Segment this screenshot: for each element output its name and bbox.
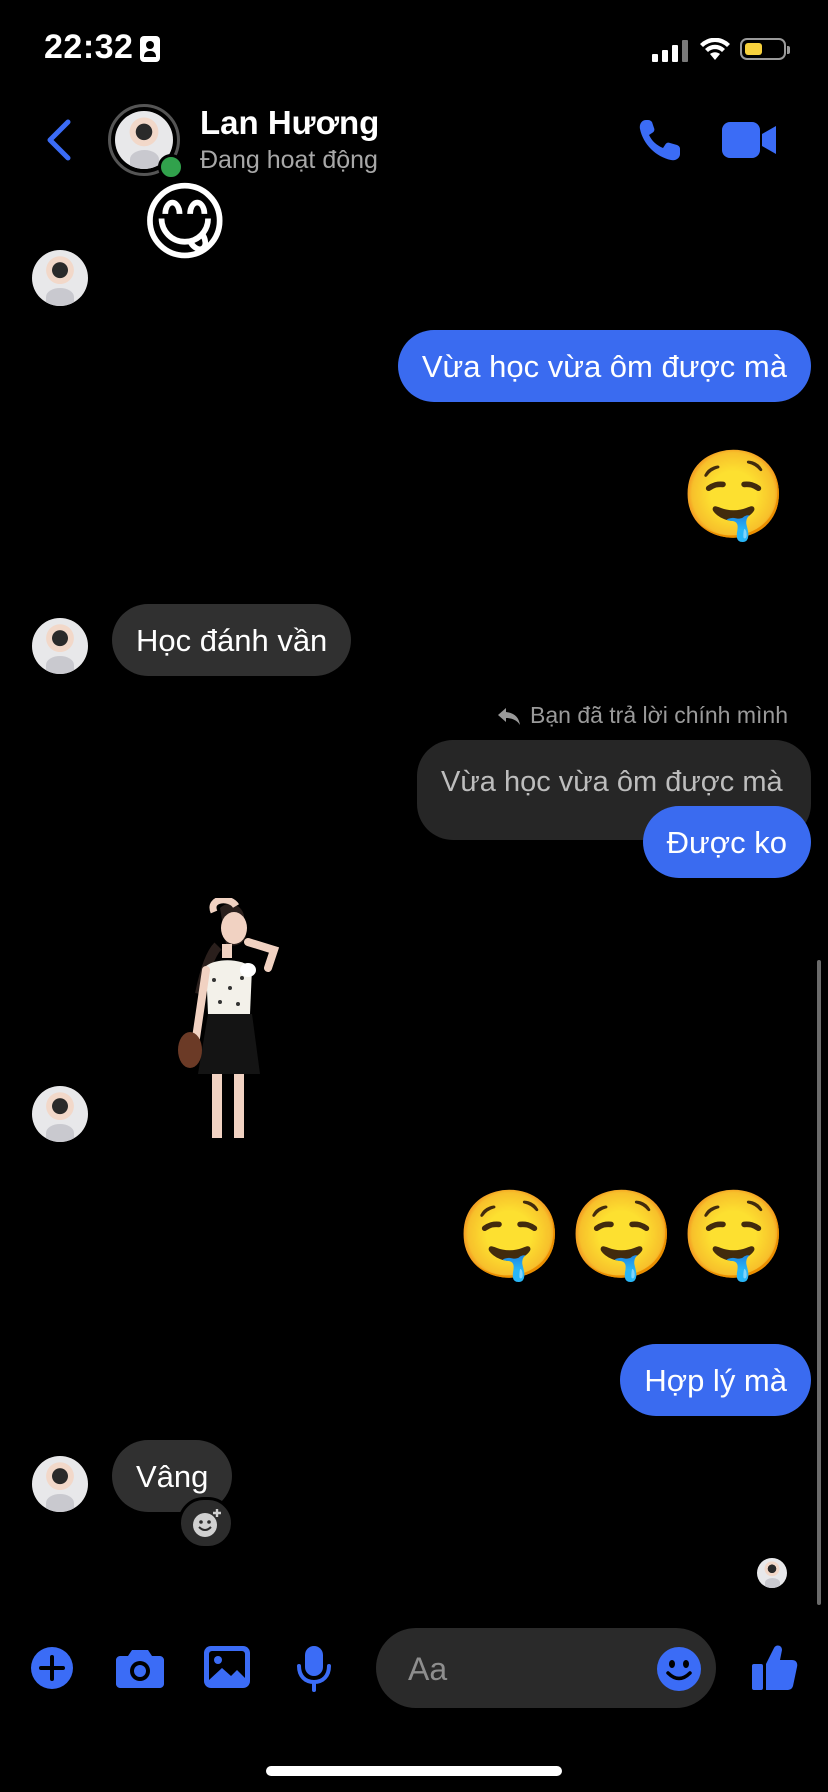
- outgoing-message[interactable]: Vừa học vừa ôm được mà: [397, 330, 811, 402]
- camera-icon[interactable]: [116, 1646, 164, 1688]
- cellular-signal-icon: [652, 40, 688, 62]
- sender-avatar[interactable]: [32, 1456, 88, 1512]
- status-time: 22:32: [44, 28, 134, 66]
- phone-icon[interactable]: [636, 116, 684, 164]
- contact-active-status: Đang hoạt động: [200, 146, 378, 174]
- message-input[interactable]: [406, 1628, 630, 1710]
- scrollbar[interactable]: [817, 960, 821, 1605]
- incoming-message[interactable]: Học đánh vần: [112, 604, 352, 676]
- emoji-message[interactable]: 🤤: [680, 1192, 787, 1278]
- sender-avatar[interactable]: [32, 250, 88, 306]
- video-camera-icon[interactable]: [722, 120, 778, 160]
- sender-avatar[interactable]: [32, 1086, 88, 1142]
- battery-icon: [740, 38, 790, 60]
- emoji-icon[interactable]: [656, 1646, 702, 1692]
- emoji-message[interactable]: 🤤: [680, 452, 787, 538]
- back-arrow-icon[interactable]: [40, 116, 80, 164]
- sender-avatar[interactable]: [32, 618, 88, 674]
- emoji-message[interactable]: 😋: [140, 180, 230, 266]
- contact-name[interactable]: Lan Hương: [200, 104, 379, 142]
- plus-icon[interactable]: [30, 1646, 74, 1690]
- emoji-message[interactable]: 🤤: [568, 1192, 675, 1278]
- microphone-icon[interactable]: [296, 1646, 332, 1692]
- add-reaction-icon: [193, 1509, 221, 1537]
- contact-card-icon: [140, 36, 160, 62]
- thumbs-up-icon[interactable]: [752, 1644, 798, 1692]
- outgoing-message[interactable]: Hợp lý mà: [620, 1344, 811, 1416]
- reply-indicator: Bạn đã trả lời chính mình: [496, 702, 788, 729]
- wifi-icon: [700, 38, 730, 60]
- add-reaction-button[interactable]: [178, 1497, 234, 1549]
- reply-note: Bạn đã trả lời chính mình: [530, 702, 788, 728]
- home-indicator: [266, 1766, 562, 1776]
- outgoing-message[interactable]: Được ko: [642, 806, 811, 878]
- image-icon[interactable]: [204, 1646, 250, 1688]
- reply-arrow-icon: [498, 707, 520, 725]
- seen-receipt-avatar: [757, 1558, 787, 1588]
- sticker-message[interactable]: [150, 898, 310, 1143]
- emoji-message[interactable]: 🤤: [456, 1192, 563, 1278]
